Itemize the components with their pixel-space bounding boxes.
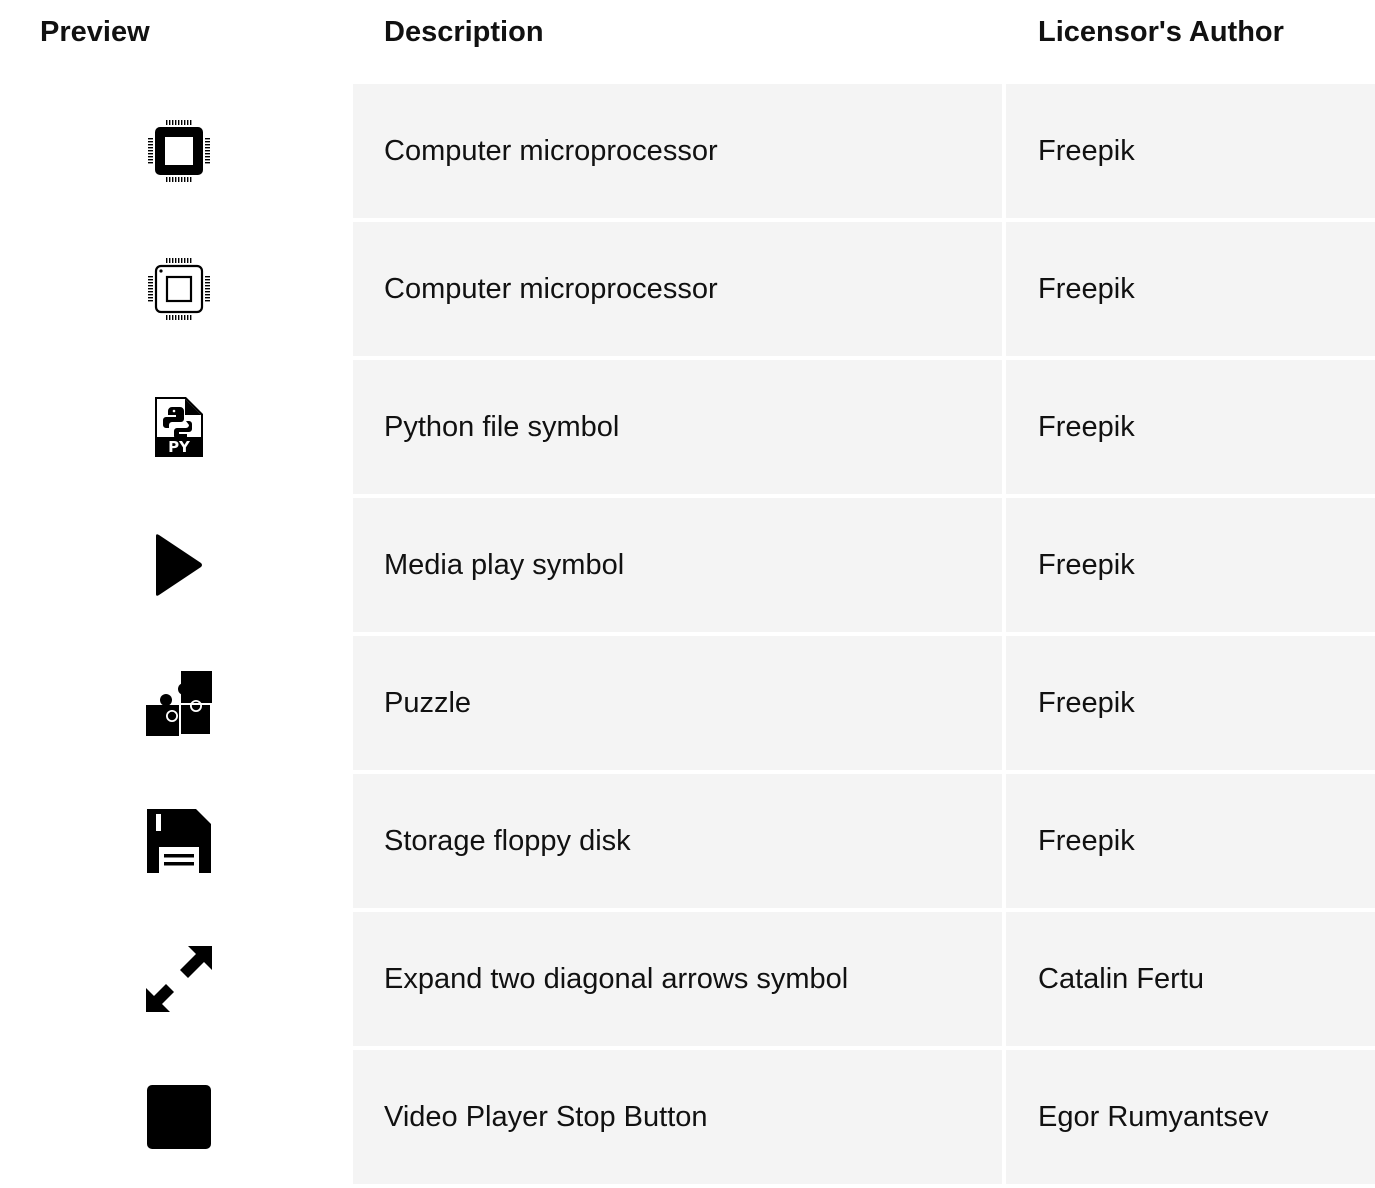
- expand-diagonal-arrows-icon: [146, 946, 212, 1012]
- author-cell: Catalin Fertu: [1006, 912, 1375, 1046]
- author-text: Freepik: [1038, 549, 1135, 581]
- play-icon: [146, 532, 212, 598]
- author-text: Freepik: [1038, 411, 1135, 443]
- description-text: Computer microprocessor: [384, 135, 718, 167]
- stop-icon: [146, 1084, 212, 1150]
- cpu-chip-filled-icon: [146, 118, 212, 184]
- preview-cell: [0, 636, 353, 770]
- author-cell: Freepik: [1006, 360, 1375, 494]
- author-cell: Egor Rumyantsev: [1006, 1050, 1375, 1184]
- author-text: Freepik: [1038, 273, 1135, 305]
- description-cell: Puzzle: [353, 636, 1002, 770]
- table-header: Preview Description Licensor's Author: [0, 0, 1375, 84]
- author-text: Freepik: [1038, 825, 1135, 857]
- author-text: Egor Rumyantsev: [1038, 1101, 1269, 1133]
- author-text: Freepik: [1038, 135, 1135, 167]
- puzzle-icon: [146, 670, 212, 736]
- description-cell: Storage floppy disk: [353, 774, 1002, 908]
- author-cell: Freepik: [1006, 222, 1375, 356]
- author-text: Freepik: [1038, 687, 1135, 719]
- description-text: Video Player Stop Button: [384, 1101, 708, 1133]
- author-cell: Freepik: [1006, 774, 1375, 908]
- author-cell: Freepik: [1006, 84, 1375, 218]
- description-cell: Computer microprocessor: [353, 222, 1002, 356]
- python-file-icon: PY: [146, 394, 212, 460]
- table-row: Media play symbol Freepik: [0, 498, 1375, 632]
- cpu-chip-outline-icon: [146, 256, 212, 322]
- table-row: Computer microprocessor Freepik: [0, 84, 1375, 218]
- table-row: Puzzle Freepik: [0, 636, 1375, 770]
- author-cell: Freepik: [1006, 636, 1375, 770]
- description-cell: Video Player Stop Button: [353, 1050, 1002, 1184]
- preview-cell: [0, 1050, 353, 1184]
- header-description: Description: [384, 16, 544, 48]
- header-preview: Preview: [40, 16, 150, 48]
- attribution-table: Preview Description Licensor's Author Co…: [0, 0, 1375, 1184]
- preview-cell: [0, 912, 353, 1046]
- table-row: Video Player Stop Button Egor Rumyantsev: [0, 1050, 1375, 1184]
- description-text: Computer microprocessor: [384, 273, 718, 305]
- description-text: Puzzle: [384, 687, 472, 719]
- table-row: Expand two diagonal arrows symbol Catali…: [0, 912, 1375, 1046]
- table-body: Computer microprocessor Freepik Computer…: [0, 84, 1375, 1188]
- table-row: PY Python file symbol Freepik: [0, 360, 1375, 494]
- author-cell: Freepik: [1006, 498, 1375, 632]
- header-author: Licensor's Author: [1038, 16, 1284, 48]
- preview-cell: PY: [0, 360, 353, 494]
- table-row: Computer microprocessor Freepik: [0, 222, 1375, 356]
- python-file-label: PY: [168, 438, 190, 456]
- table-row: Storage floppy disk Freepik: [0, 774, 1375, 908]
- description-cell: Python file symbol: [353, 360, 1002, 494]
- description-cell: Media play symbol: [353, 498, 1002, 632]
- preview-cell: [0, 774, 353, 908]
- preview-cell: [0, 498, 353, 632]
- preview-cell: [0, 84, 353, 218]
- preview-cell: [0, 222, 353, 356]
- description-text: Expand two diagonal arrows symbol: [384, 963, 849, 995]
- floppy-disk-icon: [146, 808, 212, 874]
- description-text: Media play symbol: [384, 549, 625, 581]
- description-cell: Expand two diagonal arrows symbol: [353, 912, 1002, 1046]
- description-text: Python file symbol: [384, 411, 620, 443]
- author-text: Catalin Fertu: [1038, 963, 1205, 995]
- description-text: Storage floppy disk: [384, 825, 631, 857]
- description-cell: Computer microprocessor: [353, 84, 1002, 218]
